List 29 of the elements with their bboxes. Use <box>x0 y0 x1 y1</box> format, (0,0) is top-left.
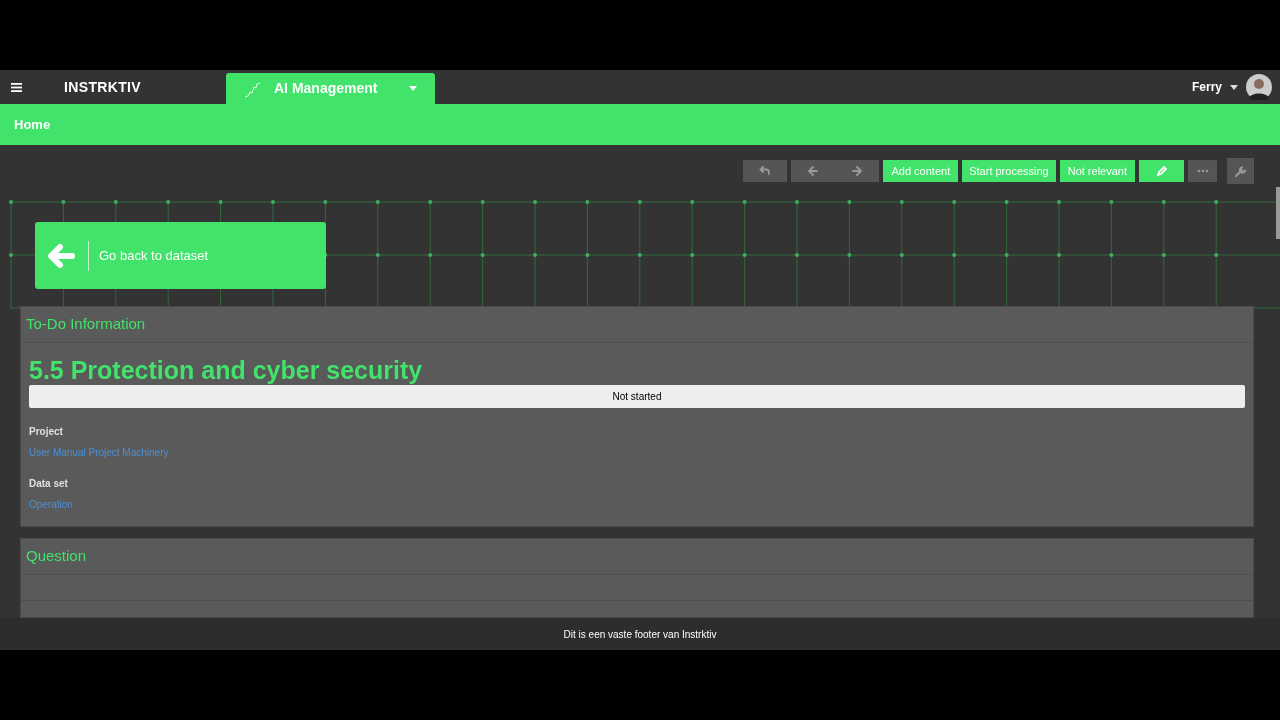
panel-title: To-Do Information <box>26 314 146 335</box>
menu-icon[interactable] <box>11 82 22 92</box>
undo-icon <box>759 165 772 177</box>
breadcrumb-home[interactable]: Home <box>14 114 51 135</box>
pencil-icon <box>1155 165 1168 177</box>
panel-title: Question <box>26 546 87 567</box>
toolbar-button[interactable]: Add content <box>883 160 959 182</box>
more-icon <box>1196 169 1209 173</box>
field-label: Data set <box>29 477 68 491</box>
back-button[interactable]: Go back to dataset <box>35 222 326 289</box>
avatar[interactable] <box>1246 74 1272 100</box>
wrench-icon <box>1233 164 1248 178</box>
arrow-left-icon <box>47 242 75 269</box>
status-bar: Not started <box>29 385 1245 408</box>
field-link[interactable]: Operation <box>29 497 73 512</box>
field-link[interactable]: User Manual Project Machinery <box>29 445 169 460</box>
arrow-right-icon <box>851 165 864 177</box>
todo-heading: 5.5 Protection and cyber security <box>29 355 424 385</box>
scrollbar-thumb[interactable] <box>1276 187 1280 239</box>
toolbar-button[interactable]: Start processing <box>962 160 1056 182</box>
user-name[interactable]: Ferry <box>1191 78 1222 96</box>
footer-text: Dit is een vaste footer van Instrktiv <box>563 627 717 642</box>
caret-icon[interactable] <box>1230 84 1238 90</box>
logo: INSTRKTIV <box>64 77 142 97</box>
caret-icon <box>409 86 417 91</box>
toolbar-button[interactable]: Not relevant <box>1059 160 1135 182</box>
module-tab[interactable]: AI Management <box>226 73 435 104</box>
arrow-left-icon <box>807 165 820 177</box>
field-label: Project <box>29 425 63 439</box>
